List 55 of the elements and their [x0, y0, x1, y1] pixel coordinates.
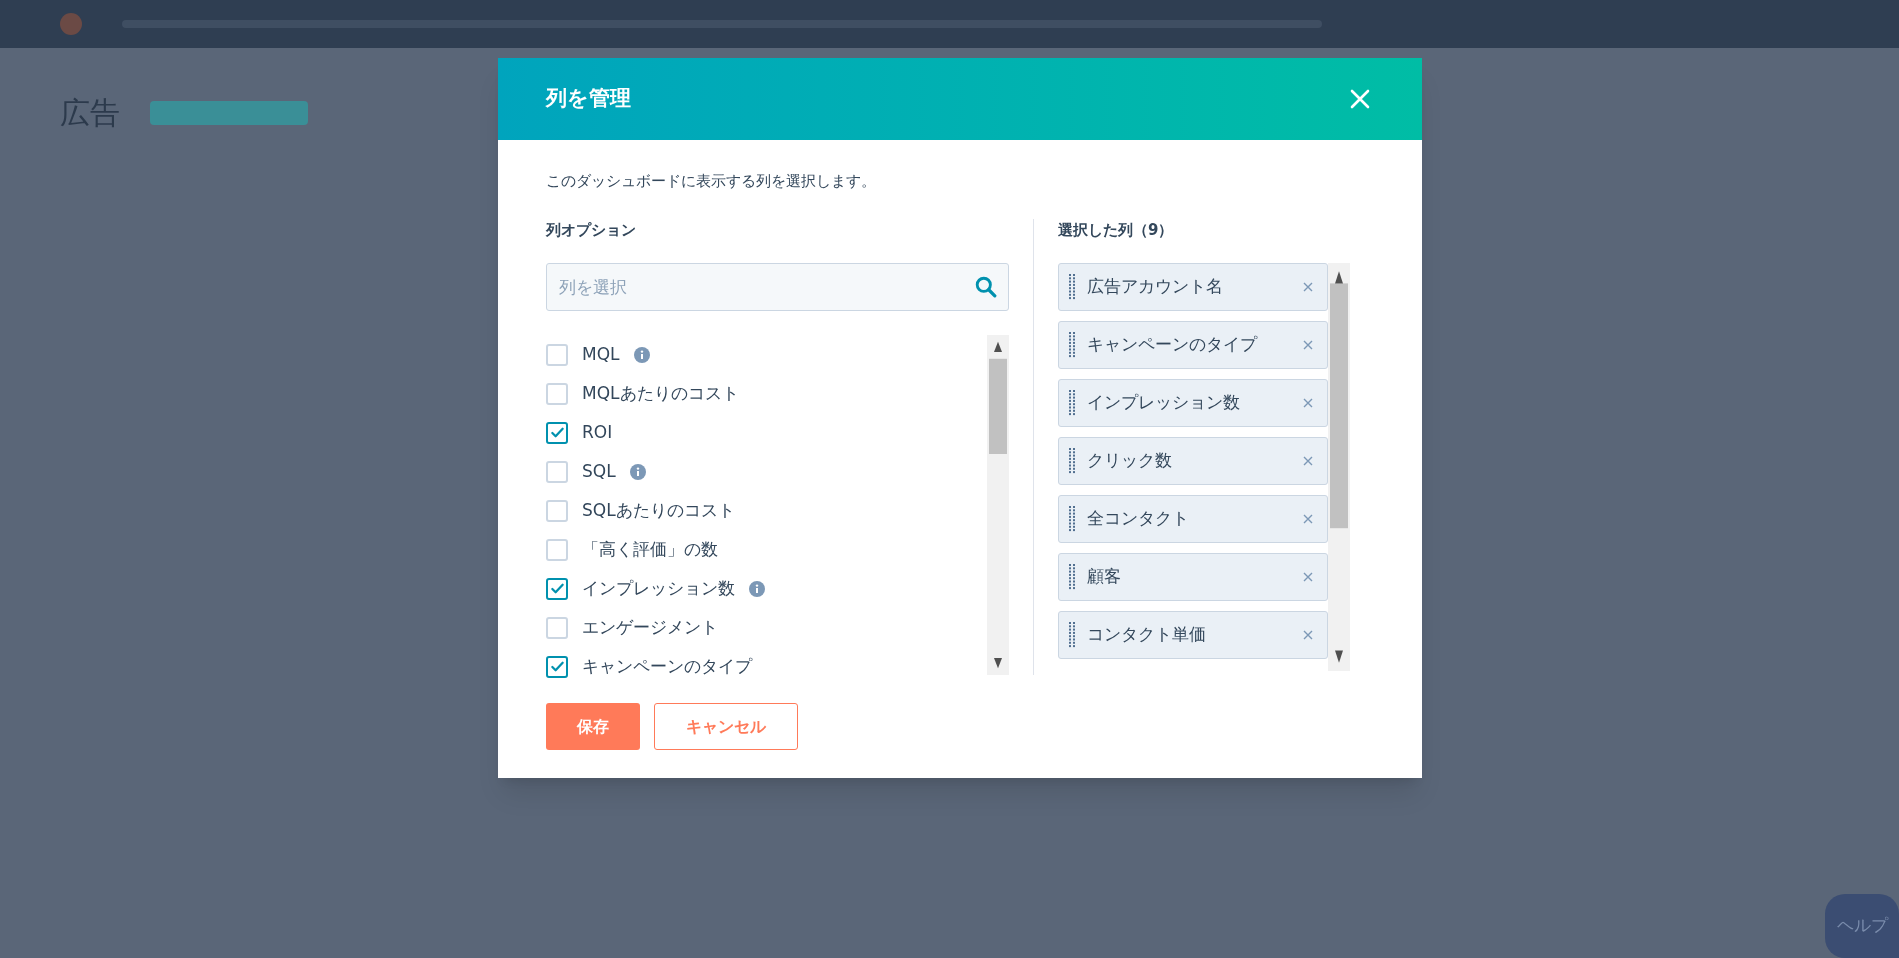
selected-column-chip[interactable]: 広告アカウント名 — [1058, 263, 1328, 311]
drag-handle-icon[interactable] — [1069, 622, 1075, 648]
selected-column-chip[interactable]: キャンペーンのタイプ — [1058, 321, 1328, 369]
checkmark-icon — [549, 581, 565, 596]
remove-icon[interactable] — [1303, 630, 1313, 640]
drag-handle-icon[interactable] — [1069, 274, 1075, 300]
column-option-label: キャンペーンのタイプ — [582, 654, 752, 678]
selected-column-label: 広告アカウント名 — [1087, 275, 1224, 299]
logo-icon[interactable] — [60, 13, 82, 35]
scrollbar[interactable] — [1328, 263, 1350, 671]
selected-column-label: キャンペーンのタイプ — [1087, 333, 1259, 357]
drag-handle-icon[interactable] — [1069, 506, 1075, 532]
scrollbar[interactable] — [987, 335, 1009, 675]
column-option-label: インプレッション数 — [582, 576, 735, 600]
selected-column-label: クリック数 — [1087, 449, 1173, 473]
drag-handle-icon[interactable] — [1069, 564, 1075, 590]
checkmark-icon — [549, 659, 565, 674]
checkmark-icon — [549, 425, 565, 440]
selected-column-chip[interactable]: コンタクト単価 — [1058, 611, 1328, 659]
column-option-label: SQL — [582, 459, 616, 483]
info-icon[interactable] — [749, 580, 765, 597]
selected-column-chip[interactable]: インプレッション数 — [1058, 379, 1328, 427]
dialog-title: 列を管理 — [546, 85, 631, 113]
column-option-label: ROI — [582, 420, 613, 444]
checkbox[interactable] — [546, 577, 568, 600]
search-icon[interactable] — [975, 276, 997, 298]
remove-icon[interactable] — [1303, 282, 1313, 292]
checkbox[interactable] — [546, 655, 568, 678]
column-option-label: MQLあたりのコスト — [582, 381, 739, 405]
remove-icon[interactable] — [1303, 456, 1313, 466]
remove-icon[interactable] — [1303, 398, 1313, 408]
column-option-label: MQL — [582, 342, 620, 366]
column-option-label: エンゲージメント — [582, 615, 718, 639]
column-option-label: SQLあたりのコスト — [582, 498, 735, 522]
column-options-heading: 列オプション — [546, 219, 637, 241]
selected-column-chip[interactable]: 全コンタクト — [1058, 495, 1328, 543]
selected-column-label: インプレッション数 — [1087, 391, 1241, 415]
remove-icon[interactable] — [1303, 514, 1313, 524]
selected-column-chip[interactable]: 顧客 — [1058, 553, 1328, 601]
checkbox[interactable] — [546, 421, 568, 444]
selected-column-chip[interactable]: クリック数 — [1058, 437, 1328, 485]
selected-column-label: 全コンタクト — [1087, 507, 1190, 531]
remove-icon[interactable] — [1303, 572, 1313, 582]
drag-handle-icon[interactable] — [1069, 332, 1075, 358]
info-icon[interactable] — [629, 463, 646, 480]
selected-columns-heading: 選択した列（9） — [1058, 219, 1175, 241]
info-icon[interactable] — [633, 346, 650, 363]
dialog-description: このダッシュボードに表示する列を選択します。 — [546, 171, 877, 192]
drag-handle-icon[interactable] — [1069, 448, 1075, 474]
selected-column-label: 顧客 — [1087, 565, 1122, 589]
remove-icon[interactable] — [1303, 340, 1313, 350]
selected-column-label: コンタクト単価 — [1087, 623, 1207, 647]
drag-handle-icon[interactable] — [1069, 390, 1075, 416]
column-option-label: 「高く評価」の数 — [582, 537, 718, 561]
search-field[interactable]: 列を選択 — [546, 263, 1009, 311]
